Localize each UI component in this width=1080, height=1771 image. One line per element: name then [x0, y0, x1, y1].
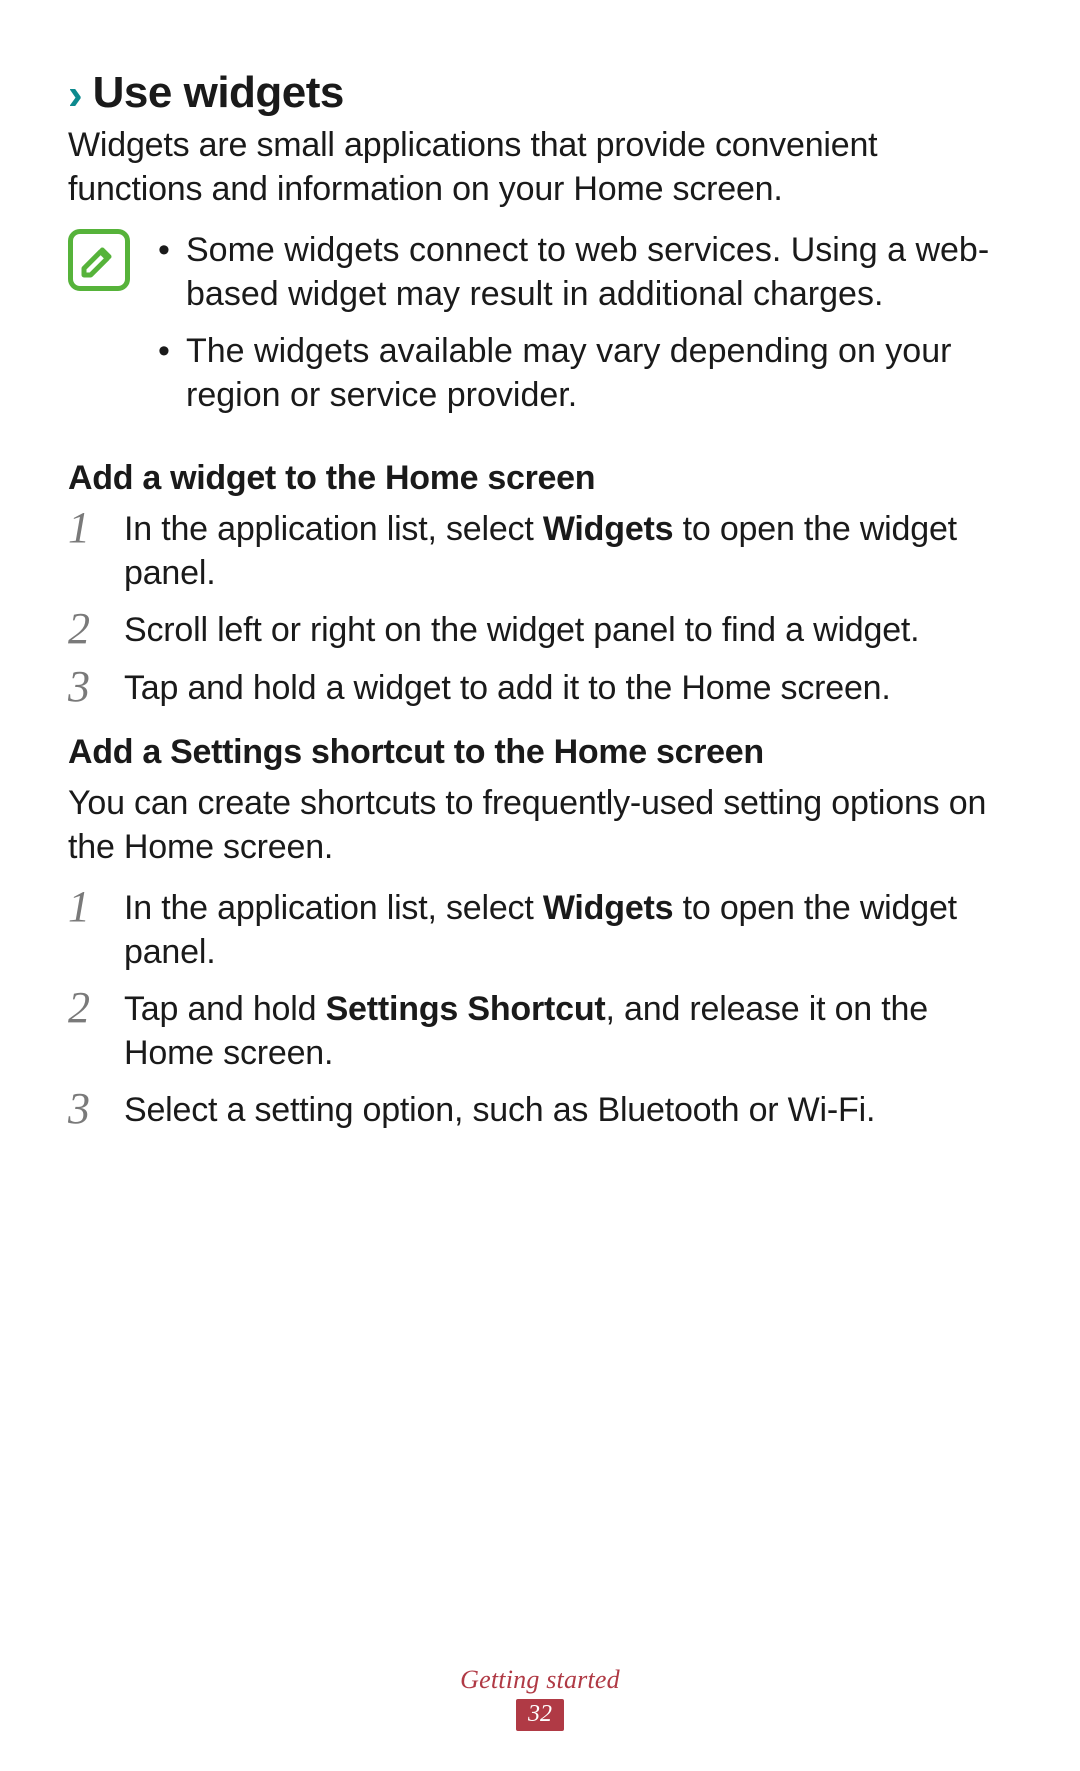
step-item: 3 Tap and hold a widget to add it to the… — [68, 667, 1008, 711]
section-heading: › Use widgets — [68, 68, 1008, 118]
step-number: 3 — [68, 1087, 106, 1131]
note-item: The widgets available may vary depending… — [152, 330, 1008, 417]
step-item: 3 Select a setting option, such as Bluet… — [68, 1089, 1008, 1133]
section-title: Use widgets — [93, 68, 344, 118]
step-text: Select a setting option, such as Bluetoo… — [124, 1089, 875, 1133]
chevron-icon: › — [68, 73, 83, 117]
note-item: Some widgets connect to web services. Us… — [152, 229, 1008, 316]
step-text: Scroll left or right on the widget panel… — [124, 609, 919, 653]
steps-list: 1 In the application list, select Widget… — [68, 887, 1008, 1133]
step-text: In the application list, select Widgets … — [124, 887, 1008, 974]
subsection-title: Add a widget to the Home screen — [68, 459, 1008, 498]
step-number: 3 — [68, 665, 106, 709]
step-text: Tap and hold Settings Shortcut, and rele… — [124, 988, 1008, 1075]
note-list: Some widgets connect to web services. Us… — [152, 229, 1008, 431]
step-item: 2 Scroll left or right on the widget pan… — [68, 609, 1008, 653]
step-number: 1 — [68, 885, 106, 972]
subsection-intro: You can create shortcuts to frequently-u… — [68, 782, 1008, 869]
step-item: 2 Tap and hold Settings Shortcut, and re… — [68, 988, 1008, 1075]
footer-page-number: 32 — [516, 1699, 564, 1731]
note-icon-wrap — [68, 229, 132, 431]
steps-list: 1 In the application list, select Widget… — [68, 508, 1008, 711]
step-text: In the application list, select Widgets … — [124, 508, 1008, 595]
subsection-title: Add a Settings shortcut to the Home scre… — [68, 733, 1008, 772]
note-pencil-icon — [68, 229, 130, 291]
step-number: 1 — [68, 506, 106, 593]
step-number: 2 — [68, 986, 106, 1073]
manual-page: › Use widgets Widgets are small applicat… — [0, 0, 1080, 1771]
intro-paragraph: Widgets are small applications that prov… — [68, 124, 1008, 211]
step-text: Tap and hold a widget to add it to the H… — [124, 667, 891, 711]
page-footer: Getting started 32 — [0, 1665, 1080, 1731]
step-item: 1 In the application list, select Widget… — [68, 887, 1008, 974]
step-number: 2 — [68, 607, 106, 651]
footer-section-name: Getting started — [0, 1665, 1080, 1695]
step-item: 1 In the application list, select Widget… — [68, 508, 1008, 595]
note-block: Some widgets connect to web services. Us… — [68, 229, 1008, 431]
